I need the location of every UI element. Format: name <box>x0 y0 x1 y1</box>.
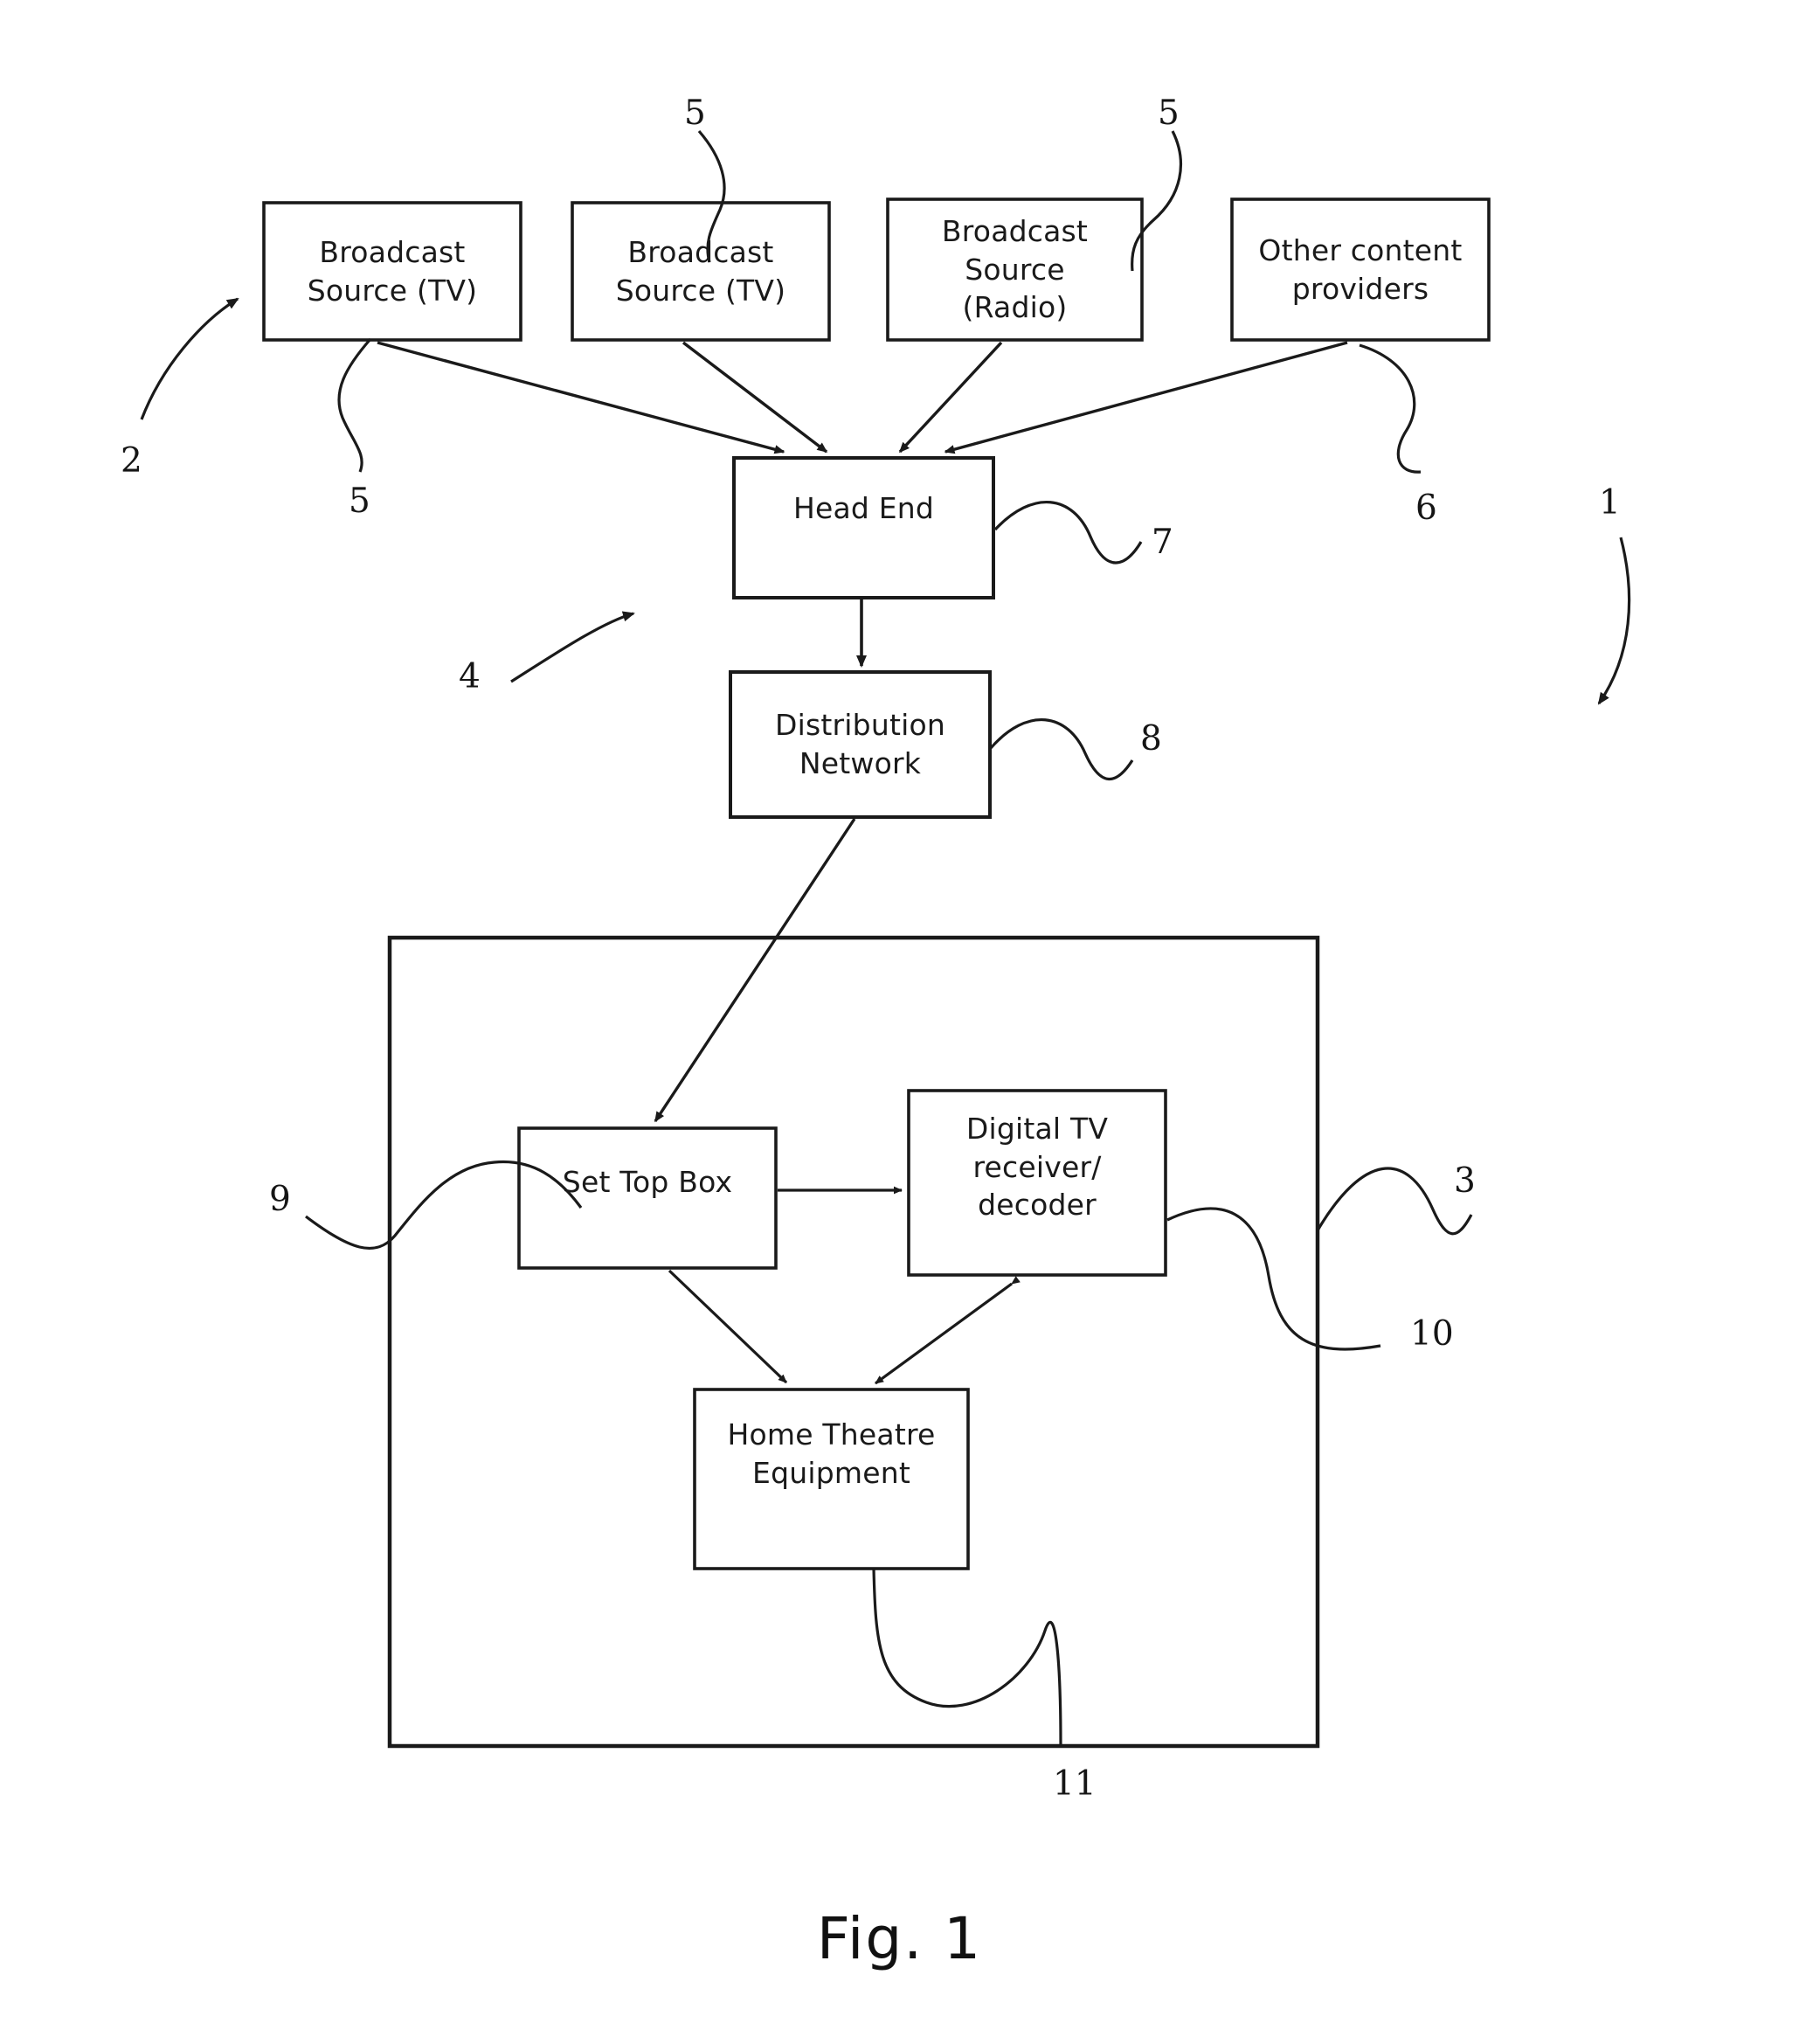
leader-ref-11 <box>872 1568 1062 1745</box>
source-box-outlines <box>262 197 1491 342</box>
ref-numeral-6: 6 <box>1415 488 1437 528</box>
box-head-end <box>732 456 995 599</box>
leader-ref-7 <box>993 500 1143 565</box>
leader-ref-5b <box>697 129 726 263</box>
ref-numeral-5a: 5 <box>349 482 370 521</box>
box-broadcast-source-tv-1 <box>262 201 522 342</box>
leader-ref-10 <box>1166 1207 1381 1351</box>
conn-src1-to-headend <box>377 341 785 454</box>
box-set-top-box <box>517 1126 778 1270</box>
leader-ref-6 <box>1359 343 1422 474</box>
conn-stb-to-home-theatre <box>668 1269 788 1384</box>
leader-ref-8 <box>989 717 1134 781</box>
ref-numeral-4: 4 <box>459 657 481 696</box>
box-broadcast-source-radio <box>886 197 1144 342</box>
conn-distribution-to-stb <box>654 818 856 1123</box>
ref-numeral-7: 7 <box>1152 523 1173 562</box>
box-broadcast-source-tv-2 <box>571 201 831 342</box>
leader-ref-5a <box>337 337 372 473</box>
diagram-vector-layer <box>140 129 1631 1749</box>
conn-receiver-home-theatre <box>875 1276 1021 1385</box>
ref-numeral-5b: 5 <box>684 94 706 133</box>
leader-ref-2 <box>140 297 239 420</box>
box-home-environment-enclosure <box>387 935 1320 1749</box>
ref-numeral-1: 1 <box>1599 483 1621 523</box>
home-box-outlines <box>517 1089 1167 1570</box>
box-other-content-providers <box>1230 197 1491 342</box>
leader-ref-3 <box>1316 1167 1473 1236</box>
conn-radio-to-headend <box>898 341 1003 454</box>
source-to-headend-arrows <box>377 341 1348 454</box>
box-home-theatre-equipment <box>693 1388 970 1570</box>
conn-other-to-headend <box>944 341 1348 454</box>
box-distribution-network <box>729 670 992 819</box>
ref-numeral-9: 9 <box>269 1180 291 1219</box>
ref-numeral-2: 2 <box>121 441 142 481</box>
leader-ref-5c <box>1131 130 1183 272</box>
ref-numeral-10: 10 <box>1410 1314 1454 1354</box>
leader-ref-1 <box>1597 537 1631 705</box>
box-digital-tv-receiver-decoder <box>907 1089 1167 1277</box>
figure-canvas: Broadcast Source (TV) Broadcast Source (… <box>0 0 1799 2044</box>
ref-numeral-3: 3 <box>1454 1161 1476 1201</box>
leader-ref-9 <box>305 1160 583 1250</box>
conn-src2-to-headend <box>682 341 828 454</box>
ref-numeral-11: 11 <box>1053 1764 1097 1804</box>
ref-numeral-8: 8 <box>1140 719 1162 759</box>
ref-numeral-5c: 5 <box>1158 94 1180 133</box>
leader-ref-4 <box>510 611 635 683</box>
figure-caption: Fig. 1 <box>816 1905 983 1972</box>
